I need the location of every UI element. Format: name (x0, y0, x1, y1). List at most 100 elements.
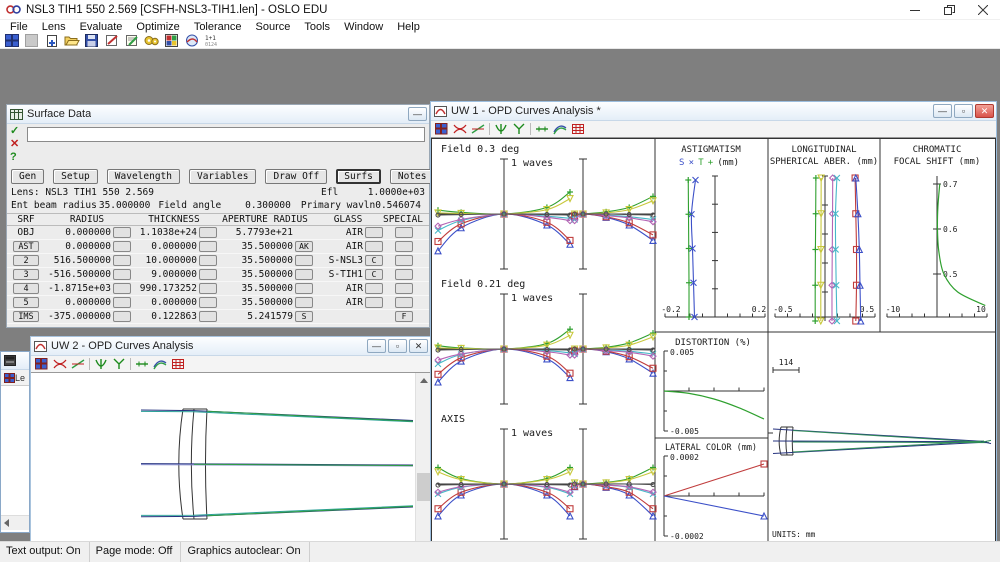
graphics-window-icon (34, 340, 47, 352)
uw2-close-button[interactable]: ✕ (409, 339, 428, 353)
surface-data-titlebar[interactable]: Surface Data — (7, 105, 429, 124)
variables-button[interactable]: Variables (188, 169, 257, 184)
cancel-icon[interactable]: ✕ (10, 138, 26, 151)
blank-icon (22, 33, 41, 48)
opd-bowtie-icon[interactable] (51, 357, 68, 372)
menu-help[interactable]: Help (390, 21, 427, 33)
oslo-logo-icon (6, 3, 21, 16)
surface-minimize-button[interactable]: — (408, 107, 427, 121)
surface-row-ast[interactable]: AST 0.000000 0.000000 35.500000 AK AIR (7, 240, 429, 254)
svg-text:LATERAL COLOR (mm): LATERAL COLOR (mm) (665, 443, 757, 453)
uw2-window: UW 2 - OPD Curves Analysis — ▫ ✕ (30, 336, 431, 562)
help-icon[interactable]: ? (10, 151, 26, 164)
wavln-value: 0.546074 (375, 200, 421, 211)
surface-row-5[interactable]: 5 0.000000 0.000000 35.500000 AIR (7, 296, 429, 310)
menu-file[interactable]: File (3, 21, 35, 33)
surface-row-4[interactable]: 4 -1.8715e+03 990.173252 35.500000 AIR (7, 282, 429, 296)
efl-value: 1.0000e+03 (367, 187, 425, 198)
surface-row-ims[interactable]: IMS -375.000000 0.122863 5.241579 S F (7, 310, 429, 324)
ent-beam-value: 35.000000 (98, 200, 151, 211)
draw-lens-icon[interactable] (182, 33, 201, 48)
surface-button-row: Gen Setup Wavelength Variables Draw Off … (7, 168, 435, 186)
level-line-icon[interactable] (533, 122, 550, 137)
minimize-button[interactable] (898, 0, 932, 20)
field-angle-value: 0.300000 (245, 200, 291, 211)
surface-row-2[interactable]: 2 516.500000 10.000000 35.500000 S-NSL3 C (7, 254, 429, 268)
surface-row-3[interactable]: 3 -516.500000 9.000000 35.500000 S-TIH1 C (7, 268, 429, 282)
surface-row-obj[interactable]: OBJ 0.000000 1.1038e+24 5.7793e+21 AIR (7, 226, 429, 240)
spot-y-icon[interactable] (510, 122, 527, 137)
gen-button[interactable]: Gen (11, 169, 45, 184)
uw1-restore-button[interactable]: ▫ (954, 104, 973, 118)
svg-text:0.6: 0.6 (943, 225, 958, 234)
svg-text:0.7: 0.7 (943, 180, 958, 189)
tile-windows-icon[interactable] (2, 33, 21, 48)
opd-bowtie-icon[interactable] (451, 122, 468, 137)
svg-text:DISTORTION (%): DISTORTION (%) (675, 338, 751, 348)
svg-text:-0.0002: -0.0002 (670, 532, 704, 541)
field-angle-label: Field angle (158, 200, 222, 211)
wavefront-icon[interactable] (551, 122, 568, 137)
level-line-icon[interactable] (133, 357, 150, 372)
notes-button[interactable]: Notes (389, 169, 435, 184)
surface-data-title: Surface Data (27, 108, 92, 120)
lens-check-icon[interactable] (102, 33, 121, 48)
close-button[interactable] (966, 0, 1000, 20)
command-input[interactable] (27, 127, 425, 142)
tile-icon[interactable] (433, 122, 450, 137)
new-lens-icon[interactable] (42, 33, 61, 48)
restore-button[interactable] (932, 0, 966, 20)
uw2-restore-button[interactable]: ▫ (388, 339, 407, 353)
uw2-vscrollbar[interactable] (415, 373, 430, 562)
menu-source[interactable]: Source (249, 21, 298, 33)
surfs-button[interactable]: Surfs (336, 169, 381, 184)
draw-off-button[interactable]: Draw Off (265, 169, 328, 184)
ent-beam-label: Ent beam radius (11, 200, 97, 211)
open-lens-icon[interactable] (62, 33, 81, 48)
grid-report-icon[interactable] (169, 357, 186, 372)
field-trident-icon[interactable] (492, 122, 509, 137)
wavefront-icon[interactable] (151, 357, 168, 372)
wavln-label: Primary wavln (300, 200, 376, 211)
optimize-gears-icon[interactable] (142, 33, 161, 48)
svg-text:10: 10 (976, 305, 986, 314)
background-text-window[interactable]: Le (0, 351, 30, 533)
uw1-titlebar[interactable]: UW 1 - OPD Curves Analysis * — ▫ ✕ (431, 102, 996, 121)
svg-text:1 waves: 1 waves (511, 428, 553, 439)
spot-y-icon[interactable] (110, 357, 127, 372)
bg-hscroll[interactable] (1, 515, 29, 530)
efl-label: Efl (321, 187, 339, 198)
svg-text:+: + (708, 158, 714, 168)
tile-icon[interactable] (33, 357, 50, 372)
svg-text:ASTIGMATISM: ASTIGMATISM (681, 145, 741, 155)
menu-tolerance[interactable]: Tolerance (187, 21, 249, 33)
menu-window[interactable]: Window (337, 21, 390, 33)
uw1-minimize-button[interactable]: — (933, 104, 952, 118)
svg-text:×: × (689, 158, 694, 168)
svg-text:UNITS: mm: UNITS: mm (772, 530, 816, 539)
ray-intercept-icon[interactable] (69, 357, 86, 372)
uw2-minimize-button[interactable]: — (367, 339, 386, 353)
wavelength-button[interactable]: Wavelength (106, 169, 180, 184)
ray-intercept-icon[interactable] (469, 122, 486, 137)
setup-button[interactable]: Setup (53, 169, 98, 184)
field-trident-icon[interactable] (92, 357, 109, 372)
svg-text:Field 0.3 deg: Field 0.3 deg (441, 144, 519, 155)
menu-optimize[interactable]: Optimize (129, 21, 186, 33)
lens-label: Lens: NSL3 TIH1 550 2.569 (11, 187, 154, 198)
lens-drawing (31, 373, 415, 562)
menu-lens[interactable]: Lens (35, 21, 73, 33)
menu-bar: File Lens Evaluate Optimize Tolerance So… (0, 20, 1000, 33)
chart-report-icon[interactable] (162, 33, 181, 48)
menu-evaluate[interactable]: Evaluate (73, 21, 130, 33)
accept-icon[interactable]: ✓ (10, 125, 26, 138)
notes-editor-icon[interactable] (122, 33, 141, 48)
menu-tools[interactable]: Tools (297, 21, 337, 33)
uw1-close-button[interactable]: ✕ (975, 104, 994, 118)
save-lens-icon[interactable] (82, 33, 101, 48)
calc-icon[interactable]: 1+1 0124 (202, 33, 221, 48)
surface-data-window: Surface Data — ✓ ✕ ? Gen Setup Wavelengt… (6, 104, 435, 328)
uw2-canvas (31, 373, 430, 562)
uw2-titlebar[interactable]: UW 2 - OPD Curves Analysis — ▫ ✕ (31, 337, 430, 356)
grid-report-icon[interactable] (569, 122, 586, 137)
